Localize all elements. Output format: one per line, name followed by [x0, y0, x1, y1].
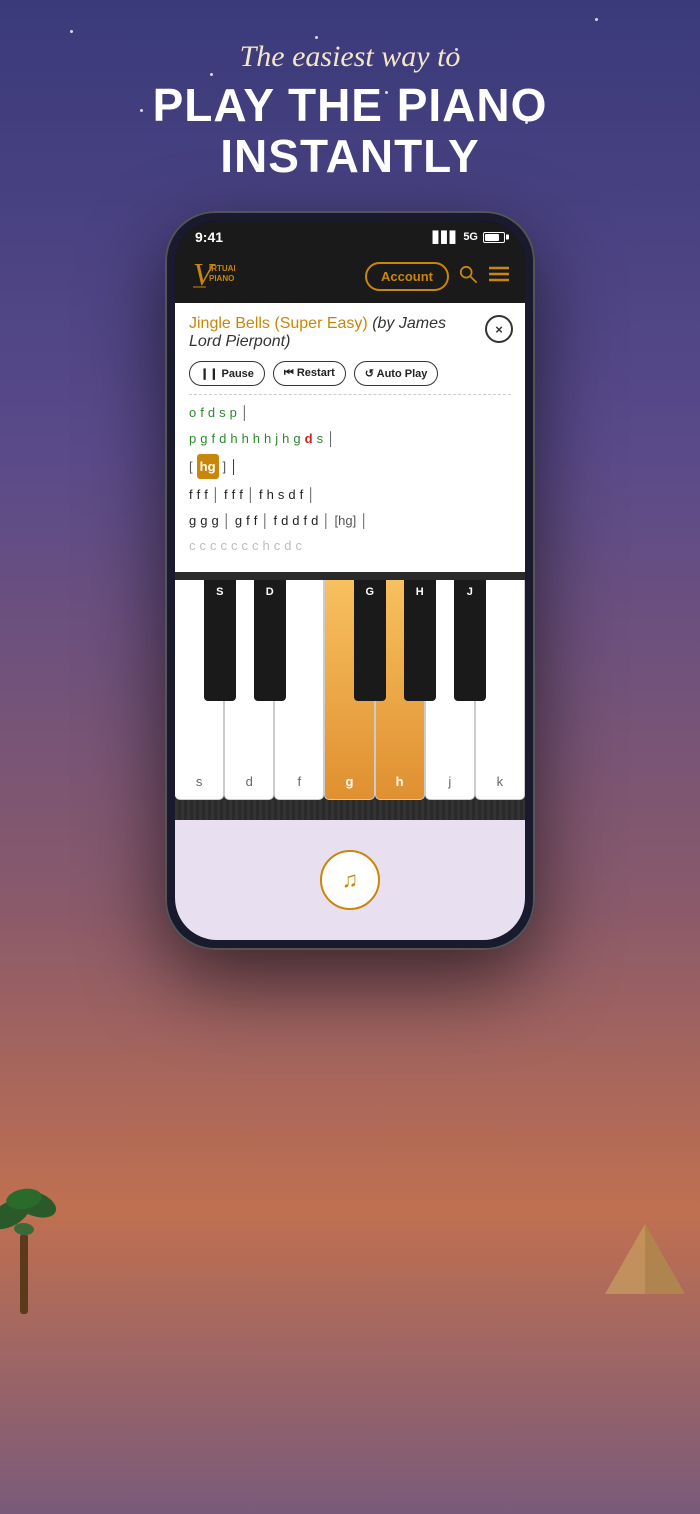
- header-title-line1: PLAY THE PIANO: [153, 79, 548, 131]
- piano-key-s[interactable]: s: [175, 580, 224, 800]
- music-note-icon: ♫: [342, 867, 359, 893]
- piano-key-g[interactable]: g: [324, 580, 374, 800]
- svg-text:IRTUAL: IRTUAL: [209, 264, 235, 273]
- menu-icon[interactable]: [489, 266, 509, 287]
- status-time: 9:41: [195, 229, 223, 245]
- sheet-music: o f d s p │ p g f d h h h h j: [189, 394, 511, 557]
- status-icons: ▋▋▋ 5G: [433, 231, 505, 244]
- pause-button[interactable]: ❙❙ Pause: [189, 361, 265, 386]
- nav-bar: V IRTUAL PIANO Account: [175, 249, 525, 303]
- note-line-2: p g f d h h h h j h g d s │: [189, 427, 511, 450]
- app-header: The easiest way to PLAY THE PIANO INSTAN…: [0, 0, 700, 211]
- account-button[interactable]: Account: [365, 262, 449, 291]
- note-line-6: c c c c c c c h c d c: [189, 534, 511, 557]
- note-line-3: [ hg ] │: [189, 454, 511, 479]
- note-line-1: o f d s p │: [189, 401, 511, 424]
- search-icon[interactable]: [459, 265, 477, 288]
- status-bar: 9:41 ▋▋▋ 5G: [175, 221, 525, 249]
- bottom-section: ♫: [175, 820, 525, 940]
- music-note-button[interactable]: ♫: [320, 850, 380, 910]
- piano-container: s d f g h: [175, 572, 525, 820]
- song-sheet: Jingle Bells (Super Easy) (by James Lord…: [175, 303, 525, 571]
- highlighted-note: hg: [197, 454, 219, 479]
- piano-key-k[interactable]: k: [475, 580, 525, 800]
- note-line-4: f f f │ f f f │ f h s d f │: [189, 483, 511, 506]
- svg-text:PIANO: PIANO: [209, 274, 234, 283]
- tree-left-decoration: [0, 1154, 60, 1314]
- autoplay-button[interactable]: ↺ Auto Play: [354, 361, 439, 386]
- app-logo: V IRTUAL PIANO: [191, 257, 235, 295]
- signal-icon: ▋▋▋: [433, 231, 458, 244]
- pyramid-decoration: [605, 1224, 685, 1294]
- piano-key-j[interactable]: j: [425, 580, 475, 800]
- phone-screen: 9:41 ▋▋▋ 5G V IRTUAL PIANO Account: [175, 221, 525, 939]
- piano-key-h[interactable]: h: [375, 580, 425, 800]
- piano-key-d[interactable]: d: [224, 580, 274, 800]
- close-button[interactable]: ×: [485, 315, 513, 343]
- header-subtitle: The easiest way to: [40, 40, 660, 74]
- note-line-5: g g g │ g f f │ f d d f d │ [hg] │: [189, 509, 511, 532]
- nav-icons: [459, 265, 509, 288]
- header-title: PLAY THE PIANO INSTANTLY: [40, 80, 660, 181]
- white-keys-row: s d f g h: [175, 580, 525, 800]
- piano-bottom-strip: [175, 800, 525, 820]
- network-badge: 5G: [463, 231, 478, 243]
- restart-button[interactable]: ⏮ Restart: [273, 361, 346, 386]
- song-title: Jingle Bells (Super Easy) (by James Lord…: [189, 315, 511, 351]
- logo-area: V IRTUAL PIANO: [191, 257, 355, 295]
- song-title-orange: Jingle Bells (Super Easy): [189, 315, 368, 332]
- playback-controls: ❙❙ Pause ⏮ Restart ↺ Auto Play: [189, 361, 511, 386]
- phone-mockup: 9:41 ▋▋▋ 5G V IRTUAL PIANO Account: [165, 211, 535, 949]
- header-title-line2: INSTANTLY: [220, 130, 479, 182]
- battery-icon: [483, 232, 505, 243]
- piano-keys-wrapper: s d f g h: [175, 580, 525, 800]
- piano-key-f[interactable]: f: [274, 580, 324, 800]
